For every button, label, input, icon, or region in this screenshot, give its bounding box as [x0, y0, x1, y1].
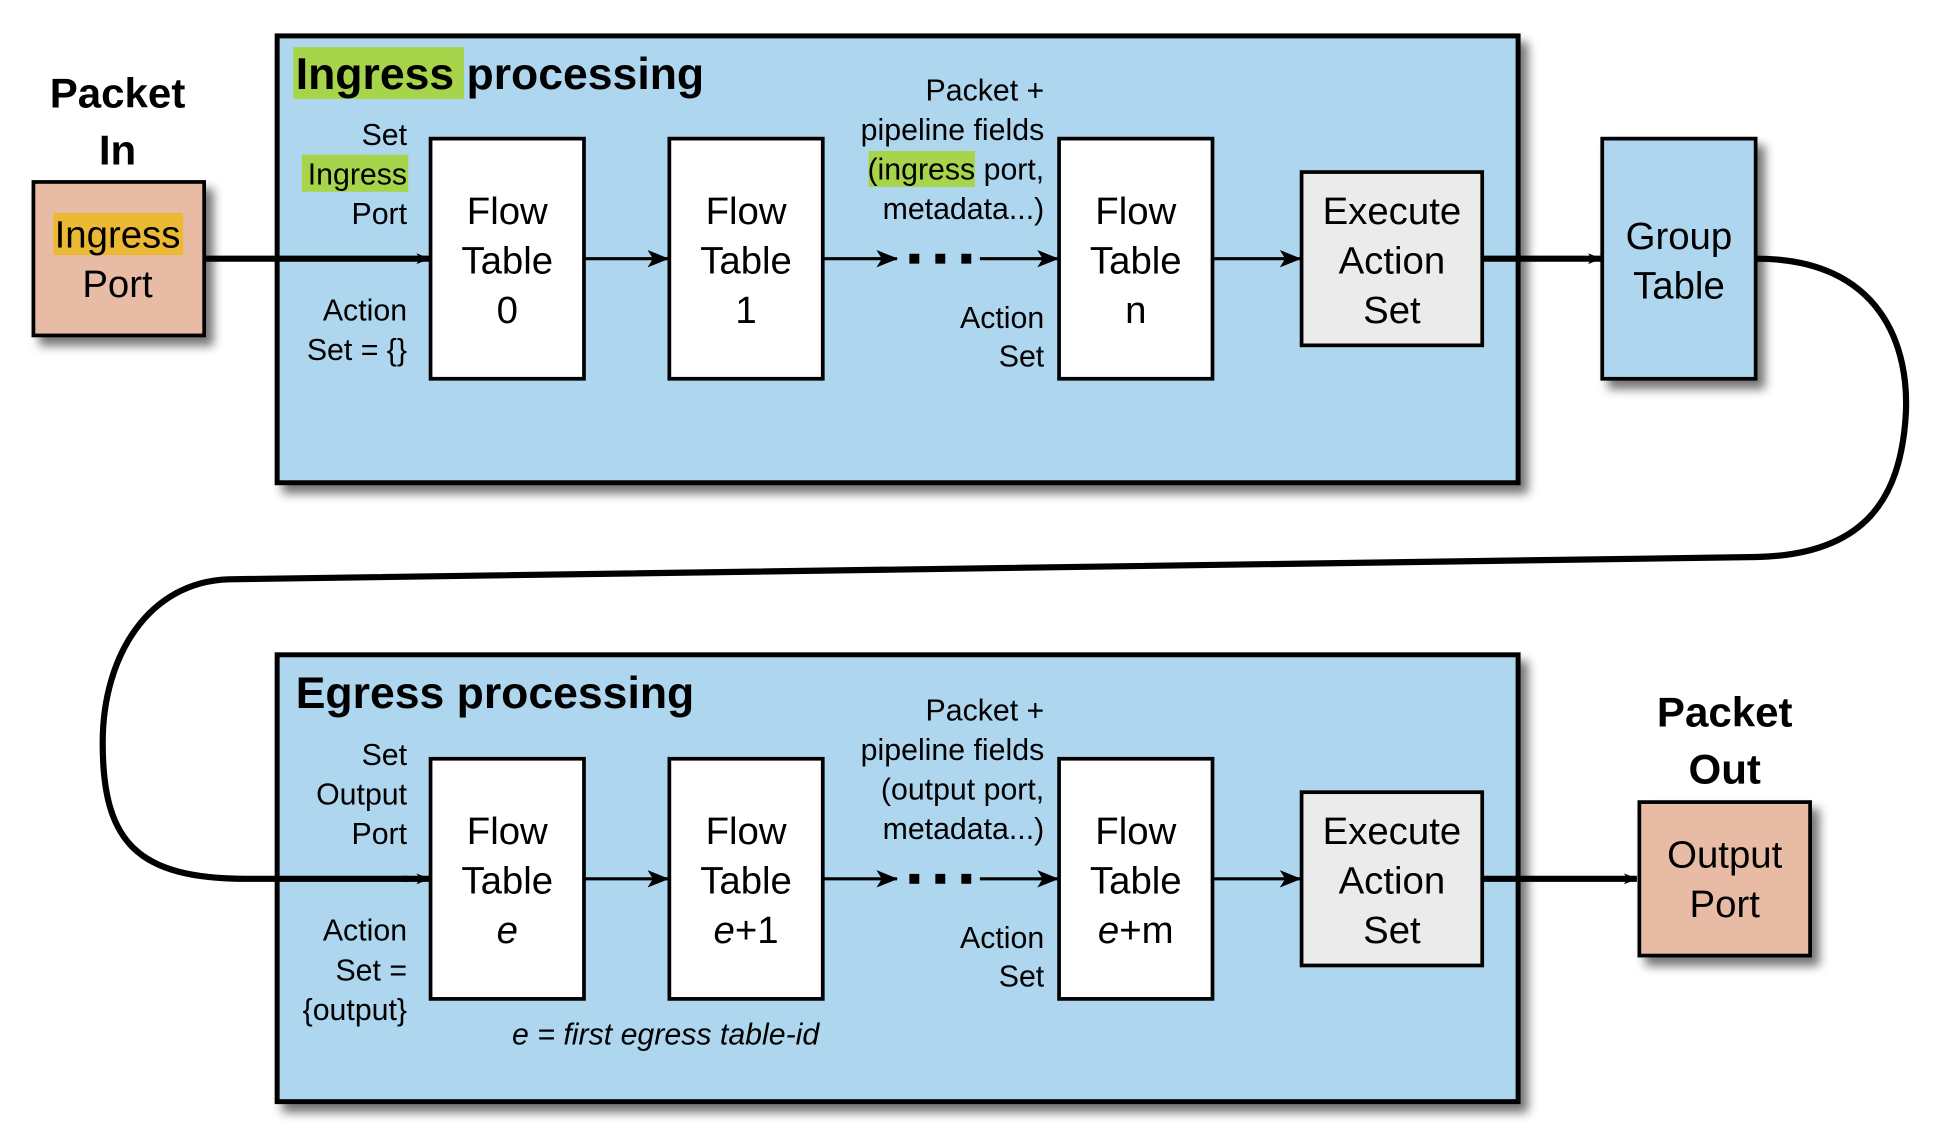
svg-text:Table: Table: [1090, 860, 1182, 903]
svg-text:Table: Table: [1090, 240, 1182, 283]
svg-text:Flow: Flow: [1095, 810, 1176, 853]
flow-table-1[interactable]: Flow Table 1: [667, 136, 825, 381]
ingress-pipeline-label-line1: Packet +: [926, 74, 1045, 107]
packet-in-heading-line1: Packet: [50, 70, 186, 117]
set-output-port-label-line3: Port: [351, 818, 407, 851]
svg-text:Flow: Flow: [706, 810, 787, 853]
ingress-title: Ingress processing: [296, 50, 704, 99]
svg-text:Table: Table: [700, 860, 792, 903]
egress-ellipsis: [909, 873, 972, 884]
svg-text:Flow: Flow: [467, 810, 548, 853]
ingress-action-set-mid-line1: Action: [960, 302, 1044, 335]
egress-execute-action-set[interactable]: Execute Action Set: [1299, 790, 1485, 968]
output-port-label-line2: Port: [1690, 883, 1761, 926]
set-ingress-port-label-line3: Port: [351, 198, 407, 231]
egress-action-set-label-line1: Action: [323, 915, 407, 948]
flow-table-n[interactable]: Flow Table n: [1057, 136, 1215, 381]
set-ingress-port-label-line1: Set: [362, 119, 408, 152]
egress-pipeline-label-line1: Packet +: [926, 694, 1045, 727]
svg-text:Table: Table: [1633, 264, 1725, 307]
svg-text:e+1: e+1: [714, 909, 779, 952]
ingress-pipeline-label-line3: (ingress port,: [867, 153, 1044, 186]
ingress-port-box[interactable]: [31, 180, 207, 338]
ingress-action-set-label-line1: Action: [323, 295, 407, 328]
ingress-action-set-label-line2: Set = {}: [307, 334, 407, 367]
egress-action-set-mid-line1: Action: [960, 922, 1044, 955]
ingress-pipeline-label-line4: metadata...): [883, 193, 1045, 226]
set-output-port-label-line2: Output: [316, 779, 408, 812]
svg-text:Table: Table: [700, 240, 792, 283]
svg-text:Flow: Flow: [467, 190, 548, 233]
svg-text:e: e: [497, 909, 518, 952]
egress-pipeline-label-line4: metadata...): [883, 813, 1045, 846]
svg-text:1: 1: [735, 289, 756, 332]
ingress-pipeline-label-line2: pipeline fields: [861, 114, 1045, 147]
svg-text:Execute: Execute: [1323, 810, 1462, 853]
egress-action-set-label-line3: {output}: [303, 994, 407, 1027]
ingress-port-label-line1: Ingress: [55, 214, 181, 257]
set-ingress-port-label-line2: Ingress: [308, 158, 407, 191]
packet-out-heading-line1: Packet: [1657, 689, 1793, 736]
svg-text:Table: Table: [461, 240, 553, 283]
svg-text:Action: Action: [1339, 860, 1446, 903]
openflow-pipeline-diagram: Packet In Ingress Port Ingress processin…: [31, 33, 1910, 1105]
ingress-port-label-line2: Port: [82, 263, 153, 306]
flow-table-e-plus-1[interactable]: Flow Table e+1: [667, 756, 825, 1001]
ingress-ellipsis: [909, 253, 972, 264]
egress-title: Egress processing: [296, 669, 695, 718]
flow-table-0[interactable]: Flow Table 0: [428, 136, 586, 381]
svg-text:0: 0: [497, 289, 518, 332]
flow-table-e-plus-m[interactable]: Flow Table e+m: [1057, 756, 1215, 1001]
output-port-label-line1: Output: [1667, 834, 1782, 877]
svg-text:Flow: Flow: [706, 190, 787, 233]
ingress-execute-action-set[interactable]: Execute Action Set: [1299, 170, 1485, 348]
egress-pipeline-label-line3: (output port,: [881, 774, 1044, 807]
egress-pipeline-label-line2: pipeline fields: [861, 734, 1045, 767]
group-table[interactable]: Group Table: [1600, 136, 1758, 381]
output-port-box[interactable]: [1637, 800, 1812, 958]
svg-text:Table: Table: [461, 860, 553, 903]
egress-action-set-label-line2: Set =: [335, 954, 407, 987]
svg-text:Set: Set: [1363, 909, 1421, 952]
set-output-port-label-line1: Set: [362, 739, 408, 772]
svg-text:Set: Set: [1363, 289, 1421, 332]
svg-text:Action: Action: [1339, 240, 1446, 283]
packet-in-heading-line2: In: [99, 127, 136, 174]
svg-text:e+m: e+m: [1098, 909, 1174, 952]
svg-text:n: n: [1125, 289, 1146, 332]
svg-text:Flow: Flow: [1095, 190, 1176, 233]
ingress-action-set-mid-line2: Set: [999, 340, 1045, 373]
svg-text:Group: Group: [1626, 215, 1733, 258]
packet-out-heading-line2: Out: [1689, 746, 1761, 793]
egress-footnote: e = first egress table-id: [512, 1019, 820, 1052]
svg-text:Execute: Execute: [1323, 190, 1462, 233]
egress-action-set-mid-line2: Set: [999, 961, 1045, 994]
flow-table-e[interactable]: Flow Table e: [428, 756, 586, 1001]
